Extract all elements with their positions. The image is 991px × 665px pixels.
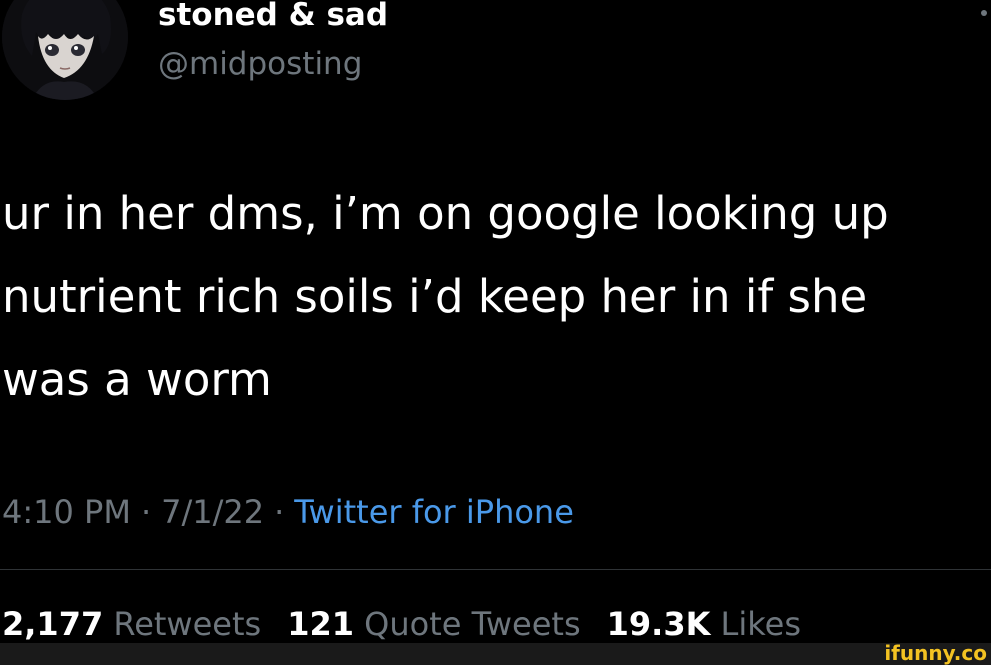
- more-options-icon[interactable]: [981, 10, 987, 16]
- retweets-stat[interactable]: 2,177 Retweets: [2, 605, 261, 643]
- divider: [0, 569, 991, 570]
- quotes-label: Quote Tweets: [364, 605, 581, 643]
- tweet-meta: 4:10 PM · 7/1/22 · Twitter for iPhone: [2, 491, 574, 533]
- likes-label: Likes: [720, 605, 802, 643]
- tweet-text-line: was a worm: [2, 353, 272, 406]
- avatar[interactable]: [2, 0, 128, 100]
- likes-stat[interactable]: 19.3K Likes: [607, 605, 801, 643]
- retweets-count: 2,177: [2, 605, 104, 643]
- handle[interactable]: @midposting: [158, 45, 362, 83]
- tweet-text: ur in her dms, i’m on google looking up …: [2, 172, 991, 421]
- watermark: ifunny.co: [884, 641, 987, 665]
- tweet-stats: 2,177 Retweets 121 Quote Tweets 19.3K Like…: [2, 603, 801, 645]
- meta-separator: ·: [274, 493, 285, 531]
- tweet-source-link[interactable]: Twitter for iPhone: [294, 493, 574, 531]
- quotes-count: 121: [287, 605, 354, 643]
- tweet-time[interactable]: 4:10 PM: [2, 493, 131, 531]
- retweets-label: Retweets: [113, 605, 262, 643]
- watermark-bar: [0, 643, 991, 665]
- tweet-text-line: nutrient rich soils i’d keep her in if s…: [2, 270, 868, 323]
- avatar-image: [2, 0, 128, 100]
- tweet-date[interactable]: 7/1/22: [161, 493, 264, 531]
- likes-count: 19.3K: [606, 605, 711, 643]
- tweet-text-line: ur in her dms, i’m on google looking up: [2, 187, 889, 240]
- display-name[interactable]: stoned & sad: [158, 0, 388, 34]
- meta-separator: ·: [140, 493, 152, 531]
- quotes-stat[interactable]: 121 Quote Tweets: [287, 605, 580, 643]
